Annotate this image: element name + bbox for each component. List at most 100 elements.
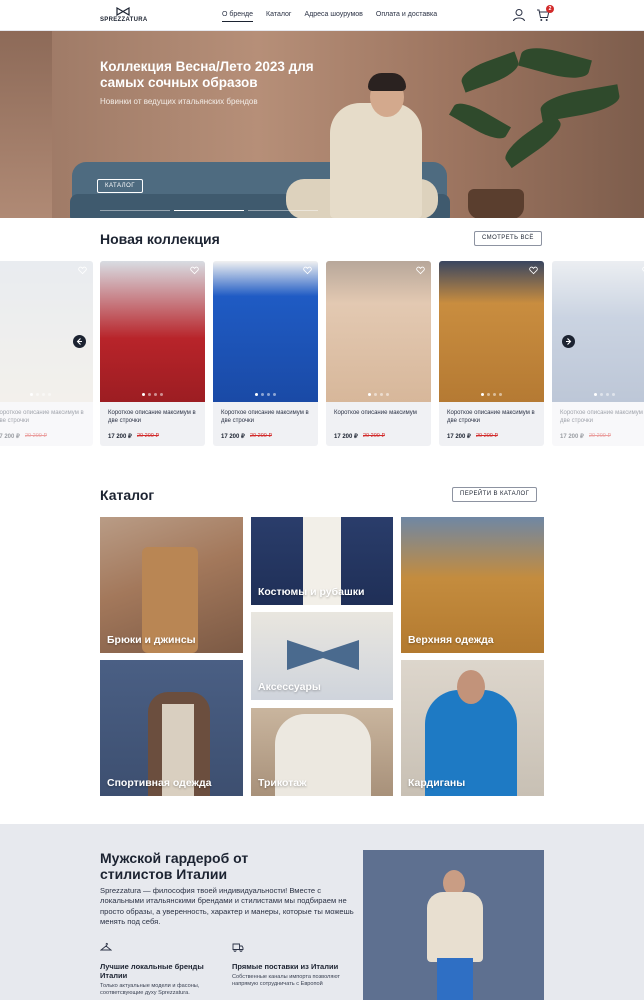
feature-text: Собственные каналы импорта позволяют нап… <box>232 974 340 987</box>
nav-showrooms[interactable]: Адреса шоурумов <box>304 11 362 22</box>
heart-icon[interactable] <box>190 266 199 275</box>
hero-catalog-button[interactable]: КАТАЛОГ <box>97 179 143 193</box>
image-dot[interactable] <box>48 393 51 396</box>
carousel-prev-arrow[interactable] <box>73 335 86 348</box>
image-dot[interactable] <box>594 393 597 396</box>
image-dot[interactable] <box>273 393 276 396</box>
product-card[interactable]: Короткое описание максимум в две строчки… <box>439 261 544 446</box>
product-description: Короткое описание максимум в две строчки <box>108 410 196 424</box>
heart-icon[interactable] <box>303 266 312 275</box>
product-card[interactable]: Короткое описание максимум в две строчки… <box>213 261 318 446</box>
product-old-price: 20 200 ₽ <box>250 433 272 439</box>
truck-icon <box>232 943 244 952</box>
feature-title: Лучшие локальные бренды Италии <box>100 962 204 980</box>
category-outerwear[interactable]: Верхняя одежда <box>401 517 544 653</box>
image-dot[interactable] <box>36 393 39 396</box>
category-sportswear[interactable]: Спортивная одежда <box>100 660 243 796</box>
heart-icon[interactable] <box>416 266 425 275</box>
image-dot[interactable] <box>368 393 371 396</box>
image-dot[interactable] <box>499 393 502 396</box>
image-dot[interactable] <box>481 393 484 396</box>
category-accessories[interactable]: Аксессуары <box>251 612 393 700</box>
image-dot[interactable] <box>600 393 603 396</box>
image-dot[interactable] <box>160 393 163 396</box>
see-all-button[interactable]: СМОТРЕТЬ ВСЁ <box>474 231 542 246</box>
image-dot[interactable] <box>380 393 383 396</box>
image-dot[interactable] <box>606 393 609 396</box>
product-price: 17 200 ₽ <box>221 434 245 440</box>
category-knitwear[interactable]: Трикотаж <box>251 708 393 796</box>
product-image[interactable] <box>0 261 93 402</box>
image-dot[interactable] <box>148 393 151 396</box>
product-image[interactable] <box>213 261 318 402</box>
product-card[interactable]: Короткое описание максимум в две строчки… <box>552 261 644 446</box>
hero-model <box>330 103 422 218</box>
catalog-title: Каталог <box>100 487 155 503</box>
category-trousers-jeans[interactable]: Брюки и джинсы <box>100 517 243 653</box>
image-dot[interactable] <box>374 393 377 396</box>
heart-icon[interactable] <box>529 266 538 275</box>
feature-direct-supply: Прямые поставки из Италии Собственные ка… <box>232 940 352 988</box>
category-cardigans[interactable]: Кардиганы <box>401 660 544 796</box>
image-dot[interactable] <box>154 393 157 396</box>
category-label: Спортивная одежда <box>107 777 212 789</box>
product-description: Короткое описание максимум в две строчки <box>560 410 644 424</box>
user-icon[interactable] <box>512 8 526 22</box>
image-dot[interactable] <box>386 393 389 396</box>
product-price: 17 200 ₽ <box>334 434 358 440</box>
feature-text: Только актуальные модели и фасоны, соотв… <box>100 983 200 996</box>
product-image[interactable] <box>100 261 205 402</box>
image-dot[interactable] <box>30 393 33 396</box>
product-card[interactable]: Короткое описание максимум 17 200 ₽ 20 200… <box>326 261 431 446</box>
hanger-icon <box>99 942 113 951</box>
category-label: Трикотаж <box>258 777 307 789</box>
hero-slide-indicator[interactable] <box>100 210 170 211</box>
image-dot[interactable] <box>487 393 490 396</box>
nav-about[interactable]: О бренде <box>222 11 254 22</box>
image-dot[interactable] <box>267 393 270 396</box>
product-old-price: 20 200 ₽ <box>476 433 498 439</box>
image-dot[interactable] <box>42 393 45 396</box>
image-dot[interactable] <box>493 393 496 396</box>
product-price: 17 200 ₽ <box>560 434 584 440</box>
product-image[interactable] <box>439 261 544 402</box>
hero-wall-ledge <box>0 31 52 218</box>
product-description: Короткое описание максимум в две строчки <box>0 410 84 424</box>
category-label: Костюмы и рубашки <box>258 586 365 598</box>
hero-model-hair <box>368 73 406 91</box>
image-dot[interactable] <box>142 393 145 396</box>
nav-catalog[interactable]: Каталог <box>266 11 291 22</box>
go-to-catalog-button[interactable]: ПЕРЕЙТИ В КАТАЛОГ <box>452 487 538 502</box>
category-label: Кардиганы <box>408 777 466 789</box>
category-suits-shirts[interactable]: Костюмы и рубашки <box>251 517 393 605</box>
plant-pot <box>468 189 524 218</box>
product-card[interactable]: Короткое описание максимум в две строчки… <box>0 261 93 446</box>
product-image[interactable] <box>326 261 431 402</box>
header-icons: 2 <box>512 5 554 22</box>
image-dot[interactable] <box>261 393 264 396</box>
hero-slide-indicator[interactable] <box>174 210 244 211</box>
about-text: Sprezzatura — философия твоей индивидуал… <box>100 886 354 927</box>
hero-slide-indicator[interactable] <box>248 210 318 211</box>
product-image[interactable] <box>552 261 644 402</box>
about-photo <box>363 850 544 1000</box>
product-old-price: 20 200 ₽ <box>25 433 47 439</box>
image-dot[interactable] <box>612 393 615 396</box>
product-card[interactable]: Короткое описание максимум в две строчки… <box>100 261 205 446</box>
product-old-price: 20 200 ₽ <box>363 433 385 439</box>
product-price: 17 200 ₽ <box>108 434 132 440</box>
cart-count-badge: 2 <box>546 5 554 13</box>
hero-subtitle: Новинки от ведущих итальянских брендов <box>100 97 258 106</box>
image-dots <box>439 393 544 396</box>
image-dots <box>552 393 644 396</box>
heart-icon[interactable] <box>78 266 87 275</box>
logo[interactable]: SPREZZATURA <box>100 7 148 23</box>
image-dot[interactable] <box>255 393 258 396</box>
nav-payment-delivery[interactable]: Оплата и доставка <box>376 11 437 22</box>
product-description: Короткое описание максимум в две строчки <box>447 410 535 424</box>
logo-text: SPREZZATURA <box>100 17 148 23</box>
main-nav: О бренде Каталог Адреса шоурумов Оплата … <box>222 11 437 22</box>
cart-icon[interactable]: 2 <box>536 5 554 22</box>
about-title: Мужской гардероб от стилистов Италии <box>100 850 249 882</box>
carousel-next-arrow[interactable] <box>562 335 575 348</box>
